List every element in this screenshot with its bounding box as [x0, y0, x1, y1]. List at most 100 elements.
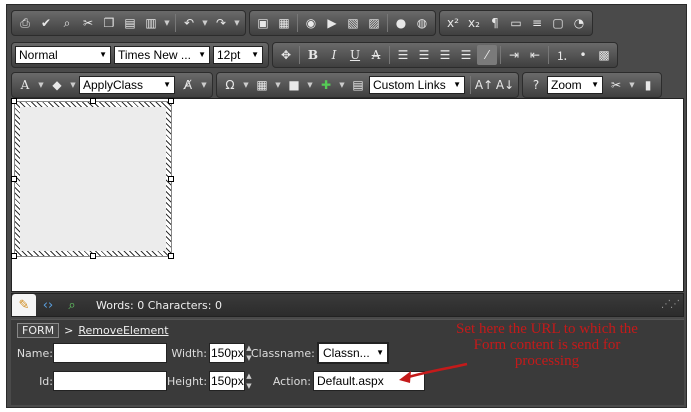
horizontal-rule-icon[interactable]: ≡ — [527, 13, 547, 33]
table-dropdown-icon[interactable]: ▼ — [273, 75, 283, 95]
height-input[interactable]: 150px — [209, 371, 245, 391]
zoom-select[interactable]: Zoom ▼ — [547, 76, 603, 94]
html-mode-icon[interactable]: ‹› — [36, 294, 60, 316]
custom-links-select[interactable]: Custom Links ▼ — [369, 76, 465, 94]
paste-options-icon[interactable]: ▥ — [141, 13, 161, 33]
height-spinner-icon[interactable]: ▲ ▼ — [245, 371, 253, 391]
resize-handle-sw[interactable] — [11, 253, 17, 259]
back-color-dropdown-icon[interactable]: ▼ — [68, 75, 78, 95]
image-map-icon[interactable]: ▦ — [274, 13, 294, 33]
toolbar-group-insert: ▣ ▦ ◉ ▶ ▧ ▨ ● ◍ — [249, 10, 436, 36]
form-icon[interactable]: ▤ — [348, 75, 368, 95]
tools-dropdown-icon[interactable]: ▼ — [627, 75, 637, 95]
fore-color-icon[interactable]: A — [15, 75, 35, 95]
chevron-down-icon: ▼ — [99, 50, 107, 59]
content-area[interactable] — [11, 98, 684, 292]
id-input[interactable] — [53, 371, 167, 391]
back-color-icon[interactable]: ◆ — [47, 75, 67, 95]
font-increase-icon[interactable]: A↑ — [474, 75, 494, 95]
breadcrumb-tag-form[interactable]: FORM — [17, 323, 60, 338]
word-count: Words: 0 Characters: 0 — [96, 298, 222, 312]
bulleted-list-icon[interactable]: • — [573, 45, 593, 65]
insert-custom-icon[interactable]: ✚ — [316, 75, 336, 95]
font-decrease-icon[interactable]: A↓ — [495, 75, 515, 95]
status-bar: ✎ ‹› ⌕ Words: 0 Characters: 0 ⋰⋰ — [11, 293, 684, 317]
table-icon[interactable]: ▦ — [252, 75, 272, 95]
superscript-icon[interactable]: x² — [443, 13, 463, 33]
resize-grip-icon[interactable]: ⋰⋰ — [661, 299, 680, 310]
help-icon[interactable]: ? — [526, 75, 546, 95]
hyperlink-icon[interactable]: ● — [391, 13, 411, 33]
width-input[interactable]: 150px — [209, 343, 245, 363]
remove-link-icon[interactable]: ◍ — [412, 13, 432, 33]
insert-custom-dropdown-icon[interactable]: ▼ — [337, 75, 347, 95]
format-stripper-icon[interactable]: A̸ — [178, 75, 198, 95]
redo-dropdown-icon[interactable]: ▼ — [232, 13, 242, 33]
form-element[interactable] — [14, 101, 172, 257]
resize-handle-nw[interactable] — [11, 98, 17, 104]
module-manager-icon[interactable]: ▩ — [594, 45, 614, 65]
print-icon[interactable]: ⎙ — [15, 13, 35, 33]
fore-color-dropdown-icon[interactable]: ▼ — [36, 75, 46, 95]
paste-icon[interactable]: ▤ — [120, 13, 140, 33]
spellcheck-icon[interactable]: ✔ — [36, 13, 56, 33]
tools-icon[interactable]: ✂ — [606, 75, 626, 95]
format-stripper-dropdown-icon[interactable]: ▼ — [199, 75, 209, 95]
font-name-value: Times New ... — [118, 48, 191, 62]
resize-handle-ne[interactable] — [168, 98, 174, 104]
undo-dropdown-icon[interactable]: ▼ — [200, 13, 210, 33]
absolute-position-icon[interactable]: ✥ — [276, 45, 296, 65]
classname-select[interactable]: Classn... ▼ — [317, 342, 389, 364]
separator — [175, 14, 176, 32]
copy-icon[interactable]: ❐ — [99, 13, 119, 33]
align-right-icon[interactable]: ☰ — [435, 45, 455, 65]
toolbar-group-colors: A ▼ ◆ ▼ ApplyClass ▼ A̸ ▼ — [11, 72, 213, 98]
flash-manager-icon[interactable]: ◉ — [301, 13, 321, 33]
italic-icon[interactable]: I — [324, 45, 344, 65]
subscript-icon[interactable]: x₂ — [464, 13, 484, 33]
cut-icon[interactable]: ✂ — [78, 13, 98, 33]
paragraph-style-select[interactable]: Normal ▼ — [15, 46, 111, 64]
justify-icon[interactable]: ☰ — [456, 45, 476, 65]
remove-alignment-icon[interactable]: ⁄ — [477, 45, 497, 65]
name-input[interactable] — [53, 343, 167, 363]
redo-icon[interactable]: ↷ — [211, 13, 231, 33]
template-manager-icon[interactable]: ▨ — [364, 13, 384, 33]
image-manager-icon[interactable]: ▣ — [253, 13, 273, 33]
strikethrough-icon[interactable]: A — [366, 45, 386, 65]
underline-icon[interactable]: U — [345, 45, 365, 65]
resize-handle-e[interactable] — [168, 176, 174, 182]
font-size-select[interactable]: 12pt ▼ — [213, 46, 263, 64]
document-manager-icon[interactable]: ▧ — [343, 13, 363, 33]
indent-icon[interactable]: ⇥ — [504, 45, 524, 65]
toolbar-group-text: ✥ B I U A ☰ ☰ ☰ ☰ ⁄ ⇥ ⇤ ⒈ • ▩ — [272, 42, 618, 68]
apply-class-select[interactable]: ApplyClass ▼ — [79, 76, 175, 94]
paste-dropdown-icon[interactable]: ▼ — [162, 13, 172, 33]
font-name-select[interactable]: Times New ... ▼ — [114, 46, 210, 64]
media-manager-icon[interactable]: ▶ — [322, 13, 342, 33]
special-characters-icon[interactable]: Ω — [220, 75, 240, 95]
paragraph-icon[interactable]: ¶ — [485, 13, 505, 33]
insert-table-icon[interactable]: ▭ — [506, 13, 526, 33]
special-characters-dropdown-icon[interactable]: ▼ — [241, 75, 251, 95]
form-element-icon[interactable]: ▢ — [548, 13, 568, 33]
align-center-icon[interactable]: ☰ — [414, 45, 434, 65]
numbered-list-icon[interactable]: ⒈ — [552, 45, 572, 65]
outdent-icon[interactable]: ⇤ — [525, 45, 545, 65]
remove-element-link[interactable]: RemoveElement — [78, 324, 168, 337]
bold-icon[interactable]: B — [303, 45, 323, 65]
resize-handle-n[interactable] — [90, 98, 96, 104]
snippet-dropdown-icon[interactable]: ▼ — [305, 75, 315, 95]
design-mode-icon[interactable]: ✎ — [12, 294, 36, 316]
insert-date-icon[interactable]: ◔ — [569, 13, 589, 33]
resize-handle-s[interactable] — [90, 253, 96, 259]
snippet-icon[interactable]: ■ — [284, 75, 304, 95]
about-icon[interactable]: ▮ — [638, 75, 658, 95]
separator — [299, 46, 300, 64]
resize-handle-se[interactable] — [168, 253, 174, 259]
preview-mode-icon[interactable]: ⌕ — [60, 294, 84, 316]
resize-handle-w[interactable] — [11, 176, 17, 182]
find-icon[interactable]: ⌕ — [57, 13, 77, 33]
undo-icon[interactable]: ↶ — [179, 13, 199, 33]
align-left-icon[interactable]: ☰ — [393, 45, 413, 65]
